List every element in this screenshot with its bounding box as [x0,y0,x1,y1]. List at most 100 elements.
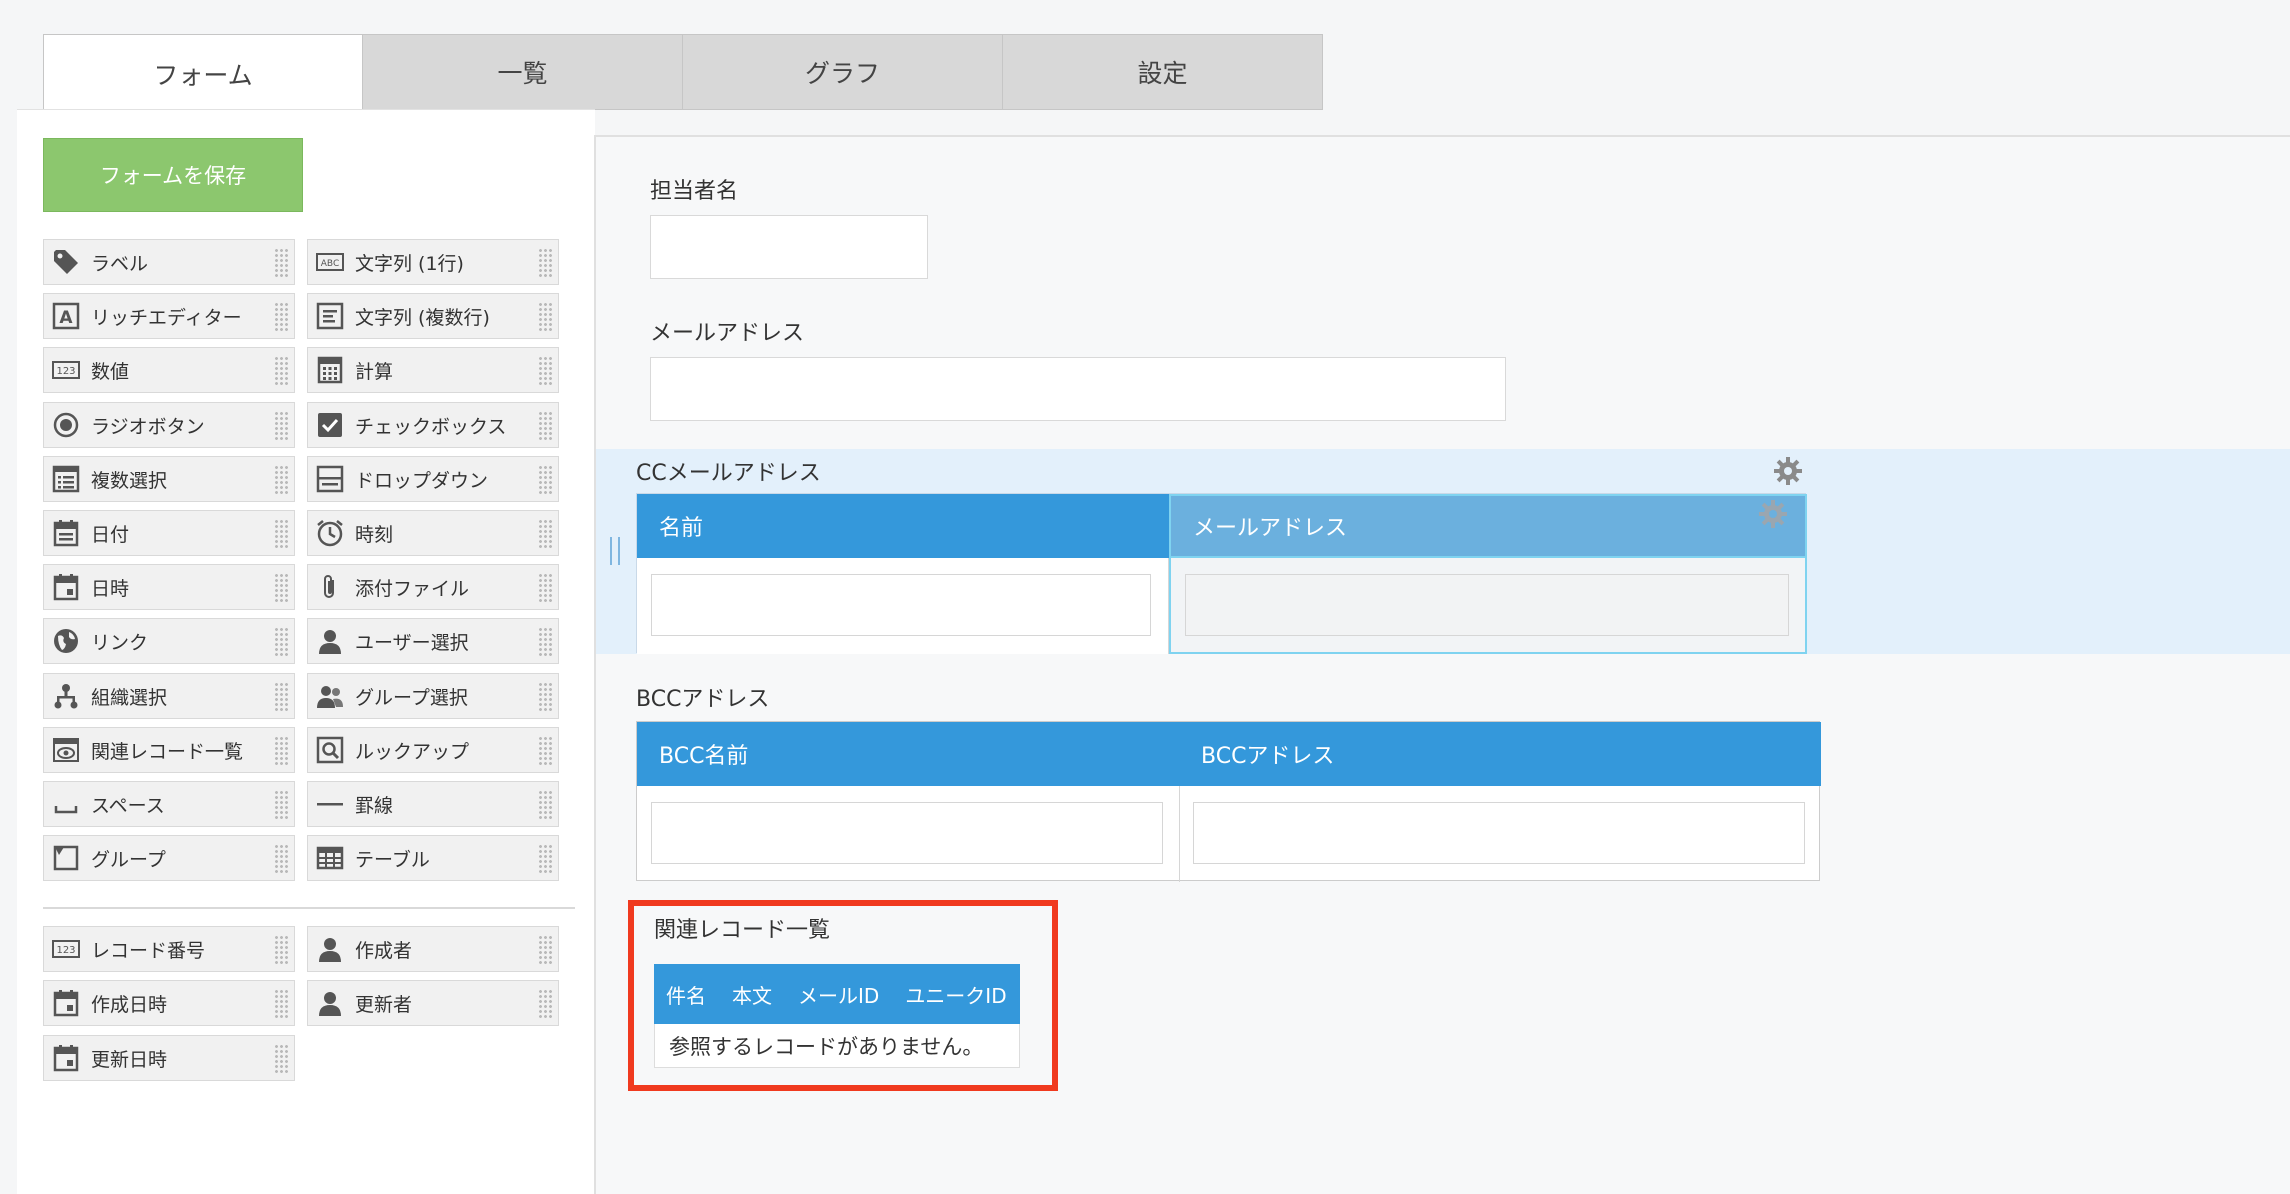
datetime-calendar-icon [51,572,81,602]
drag-handle[interactable] [538,682,552,712]
palette-item-time[interactable]: 時刻 [307,510,559,556]
org-chart-icon [51,681,81,711]
assignee-field-input[interactable] [650,215,928,279]
palette-item-number[interactable]: 123 数値 [43,347,295,393]
number-123-icon: 123 [51,355,81,385]
palette-item-checkbox[interactable]: チェックボックス [307,402,559,448]
drag-handle[interactable] [538,465,552,495]
palette-item-modifier[interactable]: 更新者 [307,980,559,1026]
bcc-col-address[interactable]: BCCアドレス [1179,722,1821,786]
drag-handle[interactable] [274,989,288,1019]
related-col-subject: 件名 [666,983,706,1008]
rich-editor-icon: A [51,301,81,331]
drag-handle[interactable] [538,356,552,386]
paperclip-icon [315,572,345,602]
palette-item-rich-editor[interactable]: A リッチエディター [43,293,295,339]
calendar-icon [51,518,81,548]
field-palette: フォームを保存 ラベル ABC 文字列 (1行) A リッチエディター 文字列 … [17,109,595,1194]
palette-item-updated-datetime[interactable]: 更新日時 [43,1035,295,1081]
drag-handle[interactable] [274,411,288,441]
drag-handle[interactable] [538,736,552,766]
group-folder-icon [51,843,81,873]
svg-text:123: 123 [56,945,75,956]
drag-handle[interactable] [538,844,552,874]
palette-item-radio-button[interactable]: ラジオボタン [43,402,295,448]
cc-name-input[interactable] [651,574,1151,636]
drag-handle[interactable] [538,248,552,278]
palette-item-space[interactable]: スペース [43,781,295,827]
bcc-name-input[interactable] [651,802,1163,864]
palette-item-lookup[interactable]: ルックアップ [307,727,559,773]
bcc-col-name[interactable]: BCC名前 [637,722,1179,786]
palette-item-dropdown[interactable]: ドロップダウン [307,456,559,502]
drag-handle[interactable] [274,627,288,657]
palette-item-creator[interactable]: 作成者 [307,926,559,972]
table-icon [315,843,345,873]
tab-graph[interactable]: グラフ [683,34,1003,110]
palette-item-border-line[interactable]: 罫線 [307,781,559,827]
row-drag-handle[interactable] [610,537,620,565]
drag-handle[interactable] [274,1044,288,1074]
drag-handle[interactable] [274,844,288,874]
svg-text:A: A [59,308,73,328]
palette-item-datetime[interactable]: 日時 [43,564,295,610]
email-field-input[interactable] [650,357,1506,421]
user-icon [315,988,345,1018]
drag-handle[interactable] [274,935,288,965]
palette-item-multi-select[interactable]: 複数選択 [43,456,295,502]
drag-handle[interactable] [538,790,552,820]
palette-item-attachment[interactable]: 添付ファイル [307,564,559,610]
related-col-body: 本文 [732,983,772,1008]
drag-handle[interactable] [538,302,552,332]
multi-select-list-icon [51,464,81,494]
cc-table-label: CCメールアドレス [636,461,821,486]
bcc-address-input[interactable] [1193,802,1805,864]
gear-icon[interactable] [1757,498,1789,530]
cc-col-name[interactable]: 名前 [637,494,1169,558]
palette-item-date[interactable]: 日付 [43,510,295,556]
drag-handle[interactable] [274,519,288,549]
palette-item-multiline-text[interactable]: 文字列 (複数行) [307,293,559,339]
drag-handle[interactable] [274,302,288,332]
drag-handle[interactable] [538,627,552,657]
drag-handle[interactable] [274,736,288,766]
cc-col-email[interactable]: メールアドレス [1169,494,1807,558]
gear-icon[interactable] [1772,455,1804,487]
palette-item-related-records[interactable]: 関連レコード一覧 [43,727,295,773]
palette-item-created-datetime[interactable]: 作成日時 [43,980,295,1026]
drag-handle[interactable] [274,573,288,603]
drag-handle[interactable] [274,682,288,712]
drag-handle[interactable] [274,465,288,495]
palette-item-group-select[interactable]: グループ選択 [307,673,559,719]
drag-handle[interactable] [538,935,552,965]
cc-email-input[interactable] [1185,574,1789,636]
drag-handle[interactable] [538,989,552,1019]
tab-settings[interactable]: 設定 [1003,34,1323,110]
palette-item-user-select[interactable]: ユーザー選択 [307,618,559,664]
palette-item-single-line-text[interactable]: ABC 文字列 (1行) [307,239,559,285]
tab-form[interactable]: フォーム [43,34,363,112]
palette-item-record-number[interactable]: 123 レコード番号 [43,926,295,972]
clock-icon [315,518,345,548]
svg-text:123: 123 [56,366,75,377]
related-records-eye-icon [51,735,81,765]
palette-item-group[interactable]: グループ [43,835,295,881]
drag-handle[interactable] [274,790,288,820]
tab-list[interactable]: 一覧 [363,34,683,110]
drag-handle[interactable] [538,573,552,603]
drag-handle[interactable] [274,248,288,278]
drag-handle[interactable] [274,356,288,386]
palette-item-org-select[interactable]: 組織選択 [43,673,295,719]
related-records-highlight[interactable]: 関連レコード一覧 件名 本文 メールID ユニークID 参照するレコードがありま… [628,900,1058,1091]
related-records-label: 関連レコード一覧 [654,918,831,943]
drag-handle[interactable] [538,411,552,441]
palette-item-calculation[interactable]: 計算 [307,347,559,393]
palette-item-link[interactable]: リンク [43,618,295,664]
drag-handle[interactable] [538,519,552,549]
abc-text-icon: ABC [315,247,345,277]
datetime-calendar-icon [51,988,81,1018]
palette-item-table[interactable]: テーブル [307,835,559,881]
save-form-button[interactable]: フォームを保存 [43,138,303,212]
palette-item-label[interactable]: ラベル [43,239,295,285]
dropdown-icon [315,464,345,494]
